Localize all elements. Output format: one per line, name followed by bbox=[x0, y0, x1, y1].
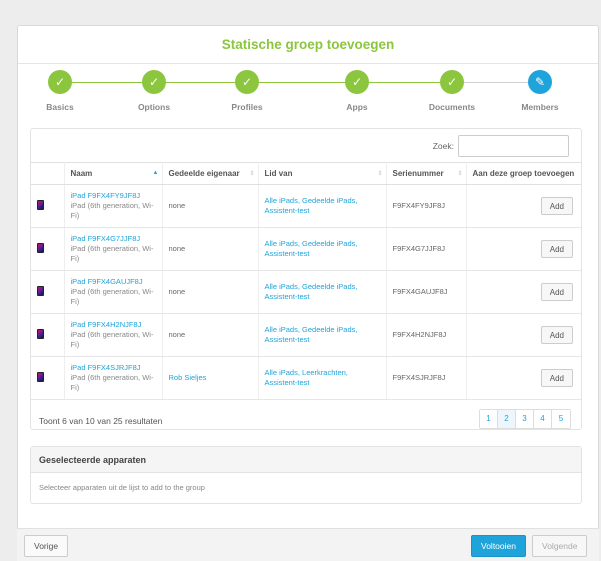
page-5-button[interactable]: 5 bbox=[552, 410, 570, 428]
ipad-icon bbox=[37, 371, 44, 382]
wizard-footer: Vorige Voltooien Volgende bbox=[17, 528, 599, 561]
search-row: Zoek: bbox=[433, 135, 569, 157]
device-model: iPad (6th generation, Wi-Fi) bbox=[70, 244, 154, 263]
add-to-group-button[interactable]: Add bbox=[540, 197, 573, 215]
step-documents[interactable]: ✓ Documents bbox=[407, 70, 497, 112]
selected-devices-panel: Geselecteerde apparaten Selecteer appara… bbox=[30, 446, 582, 504]
search-input[interactable] bbox=[458, 135, 569, 157]
table-header-row: Naam ▲ Gedeelde eigenaar ⇕ Lid van ⇕ Serien… bbox=[31, 162, 581, 185]
selected-devices-placeholder: Selecteer apparaten uit de lijst to add … bbox=[39, 483, 205, 492]
finish-button[interactable]: Voltooien bbox=[471, 535, 526, 557]
device-name-link[interactable]: iPad F9FX4FY9JF8J bbox=[71, 191, 141, 200]
member-of-groups[interactable]: Alle iPads, Gedeelde iPads, Assistent-te… bbox=[265, 196, 358, 215]
shared-owner: none bbox=[168, 287, 186, 296]
device-name-link[interactable]: iPad F9FX4G7JJF8J bbox=[71, 234, 141, 243]
sort-asc-icon: ▲ bbox=[152, 170, 159, 176]
shared-owner[interactable]: Rob Sieljes bbox=[169, 373, 207, 382]
sort-icon: ⇕ bbox=[377, 171, 383, 177]
ipad-icon bbox=[37, 242, 44, 253]
ipad-icon bbox=[37, 328, 44, 339]
member-of-groups[interactable]: Alle iPads, Gedeelde iPads, Assistent-te… bbox=[265, 282, 358, 301]
page-4-button[interactable]: 4 bbox=[534, 410, 552, 428]
step-label: Documents bbox=[428, 102, 476, 112]
device-model: iPad (6th generation, Wi-Fi) bbox=[70, 201, 154, 220]
shared-owner: none bbox=[168, 201, 186, 210]
add-to-group-button[interactable]: Add bbox=[540, 369, 573, 387]
step-basics[interactable]: ✓ Basics bbox=[15, 70, 105, 112]
ipad-icon bbox=[37, 285, 44, 296]
table-row: iPad F9FX4GAUJF8J iPad (6th generation, W… bbox=[31, 270, 581, 314]
table-row: iPad F9FX4SJRJF8J iPad (6th generation, W… bbox=[31, 356, 581, 400]
member-of-groups[interactable]: Alle iPads, Gedeelde iPads, Assistent-te… bbox=[265, 325, 358, 344]
dialog-title: Statische groep toevoegen bbox=[221, 37, 395, 52]
pagination: 12345 bbox=[479, 409, 571, 429]
device-name-link[interactable]: iPad F9FX4GAUJF8J bbox=[71, 277, 143, 286]
step-label: Members bbox=[521, 102, 559, 112]
devices-table: Naam ▲ Gedeelde eigenaar ⇕ Lid van ⇕ Serien… bbox=[31, 162, 581, 400]
checkmark-icon: ✓ bbox=[142, 70, 166, 94]
serial-number: F9FX4H2NJF8J bbox=[392, 330, 447, 339]
device-name-link[interactable]: iPad F9FX4SJRJF8J bbox=[71, 363, 141, 372]
step-label: Profiles bbox=[231, 102, 263, 112]
add-to-group-button[interactable]: Add bbox=[540, 326, 573, 344]
ipad-icon bbox=[37, 199, 44, 210]
result-count: Toont 6 van 10 van 25 resultaten bbox=[39, 416, 163, 426]
col-owner-header[interactable]: Gedeelde eigenaar ⇕ bbox=[162, 162, 259, 185]
table-row: iPad F9FX4G7JJF8J iPad (6th generation, W… bbox=[31, 227, 581, 271]
checkmark-icon: ✓ bbox=[235, 70, 259, 94]
devices-panel: Zoek: Naam ▲ Gedeelde eigenaar ⇕ Lid van ⇕ … bbox=[30, 128, 582, 430]
page-2-button[interactable]: 2 bbox=[498, 410, 516, 428]
title-divider bbox=[18, 63, 598, 64]
add-to-group-button[interactable]: Add bbox=[540, 283, 573, 301]
sort-icon: ⇕ bbox=[457, 171, 463, 177]
device-model: iPad (6th generation, Wi-Fi) bbox=[70, 330, 154, 349]
step-apps[interactable]: ✓ Apps bbox=[312, 70, 402, 112]
next-button[interactable]: Volgende bbox=[532, 535, 588, 557]
col-add-header: Aan deze groep toevoegen bbox=[466, 162, 581, 185]
col-serial-header[interactable]: Serienummer ⇕ bbox=[386, 162, 467, 185]
search-label: Zoek: bbox=[432, 141, 454, 151]
pencil-icon: ✎ bbox=[528, 70, 552, 94]
col-member-header[interactable]: Lid van ⇕ bbox=[258, 162, 387, 185]
serial-number: F9FX4FY9JF8J bbox=[392, 201, 446, 210]
page-3-button[interactable]: 3 bbox=[516, 410, 534, 428]
member-of-groups[interactable]: Alle iPads, Gedeelde iPads, Assistent-te… bbox=[265, 239, 358, 258]
col-icon-header bbox=[31, 162, 65, 185]
device-model: iPad (6th generation, Wi-Fi) bbox=[70, 287, 154, 306]
serial-number: F9FX4GAUJF8J bbox=[392, 287, 448, 296]
checkmark-icon: ✓ bbox=[48, 70, 72, 94]
page-1-button[interactable]: 1 bbox=[480, 410, 498, 428]
checkmark-icon: ✓ bbox=[345, 70, 369, 94]
step-label: Apps bbox=[346, 102, 368, 112]
sort-icon: ⇕ bbox=[249, 171, 255, 177]
device-name-link[interactable]: iPad F9FX4H2NJF8J bbox=[71, 320, 142, 329]
table-row: iPad F9FX4FY9JF8J iPad (6th generation, W… bbox=[31, 184, 581, 228]
step-label: Basics bbox=[46, 102, 74, 112]
serial-number: F9FX4SJRJF8J bbox=[392, 373, 446, 382]
member-of-groups[interactable]: Alle iPads, Leerkrachten, Assistent-test bbox=[265, 368, 348, 387]
step-options[interactable]: ✓ Options bbox=[109, 70, 199, 112]
shared-owner: none bbox=[168, 244, 186, 253]
selected-devices-title: Geselecteerde apparaten bbox=[31, 447, 581, 473]
add-to-group-button[interactable]: Add bbox=[540, 240, 573, 258]
step-members[interactable]: ✎ Members bbox=[495, 70, 585, 112]
shared-owner: none bbox=[168, 330, 186, 339]
checkmark-icon: ✓ bbox=[440, 70, 464, 94]
device-model: iPad (6th generation, Wi-Fi) bbox=[70, 373, 154, 392]
table-row: iPad F9FX4H2NJF8J iPad (6th generation, W… bbox=[31, 313, 581, 357]
previous-button[interactable]: Vorige bbox=[24, 535, 69, 557]
step-profiles[interactable]: ✓ Profiles bbox=[202, 70, 292, 112]
col-name-header[interactable]: Naam ▲ bbox=[64, 162, 163, 185]
serial-number: F9FX4G7JJF8J bbox=[392, 244, 446, 253]
step-label: Options bbox=[137, 102, 171, 112]
